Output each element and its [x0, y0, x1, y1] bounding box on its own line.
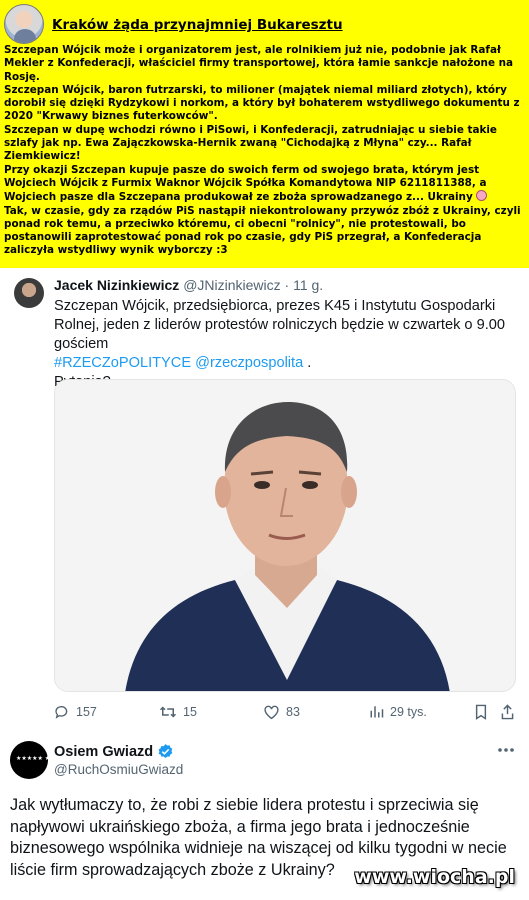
tweet-author-handle[interactable]: @RuchOsmiuGwiazd — [54, 762, 183, 777]
author-avatar — [4, 4, 44, 44]
views-icon — [370, 706, 384, 718]
post-paragraph: Przy okazji Szczepan kupuje pasze do swo… — [4, 164, 526, 205]
tweet-text-end: . — [303, 355, 312, 371]
reply-count: 157 — [76, 705, 97, 719]
hashtag-link[interactable]: #RZECZoPOLITYCE — [54, 355, 191, 371]
post-paragraph: Tak, w czasie, gdy za rządów PiS nastąpi… — [4, 204, 521, 257]
post-paragraph: Szczepan Wójcik może i organizatorem jes… — [4, 44, 514, 83]
bookmark-icon — [475, 704, 487, 720]
mention-link[interactable]: @rzeczpospolita — [195, 355, 303, 371]
reply-icon — [55, 706, 68, 719]
tweet-author-handle[interactable]: @JNizinkiewicz — [183, 277, 280, 293]
repost-icon — [159, 706, 177, 718]
like-count: 83 — [286, 705, 300, 719]
tweet-header: Jacek Nizinkiewicz @JNizinkiewicz · 11 g… — [54, 277, 323, 293]
like-button[interactable]: 83 — [263, 704, 300, 720]
views-count: 29 tys. — [390, 704, 427, 719]
tweet-author-name[interactable]: Jacek Nizinkiewicz — [54, 277, 179, 293]
like-icon — [264, 705, 279, 720]
tweet-text: Szczepan Wójcik, przedsiębiorca, prezes … — [54, 297, 524, 392]
tweet-jacek[interactable]: Jacek Nizinkiewicz @JNizinkiewicz · 11 g… — [0, 268, 529, 734]
pig-emoji-icon — [475, 190, 487, 202]
post-paragraph: Szczepan Wójcik, baron futrzarski, to mi… — [4, 83, 520, 123]
tweet-text-body: Szczepan Wójcik, przedsiębiorca, prezes … — [54, 298, 506, 352]
tweet-author-avatar[interactable] — [14, 278, 44, 308]
tweet-actions: 157 15 83 29 tys. — [54, 704, 516, 724]
reply-button[interactable]: 157 — [54, 704, 97, 720]
share-button[interactable] — [500, 704, 515, 720]
views-button[interactable]: 29 tys. — [369, 704, 427, 719]
tweet-author-avatar[interactable]: ★★★★★ ★★★ — [10, 741, 61, 779]
post-title: Kraków żąda przynajmniej Bukaresztu — [52, 17, 343, 33]
header-post: Kraków żąda przynajmniej Bukaresztu Szcz… — [0, 0, 529, 268]
repost-count: 15 — [183, 705, 197, 719]
site-watermark: www.wiocha.pl — [354, 866, 515, 888]
post-body: Szczepan Wójcik może i organizatorem jes… — [4, 44, 526, 258]
post-paragraph-text: Przy okazji Szczepan kupuje pasze do swo… — [4, 163, 487, 204]
more-icon[interactable] — [496, 744, 516, 756]
tweet-time[interactable]: · 11 g. — [285, 277, 324, 293]
post-paragraph: Szczepan w dupę wchodzi równo i PiSowi, … — [4, 123, 497, 163]
tweet-author-name-row[interactable]: Osiem Gwiazd — [54, 743, 174, 760]
portrait-photo — [55, 380, 515, 691]
repost-button[interactable]: 15 — [159, 704, 197, 720]
share-icon — [501, 704, 514, 720]
bookmark-button[interactable] — [474, 704, 488, 720]
tweet-author-name[interactable]: Osiem Gwiazd — [54, 744, 153, 760]
tweet-photo[interactable] — [54, 379, 516, 692]
verified-badge-icon — [158, 744, 173, 758]
